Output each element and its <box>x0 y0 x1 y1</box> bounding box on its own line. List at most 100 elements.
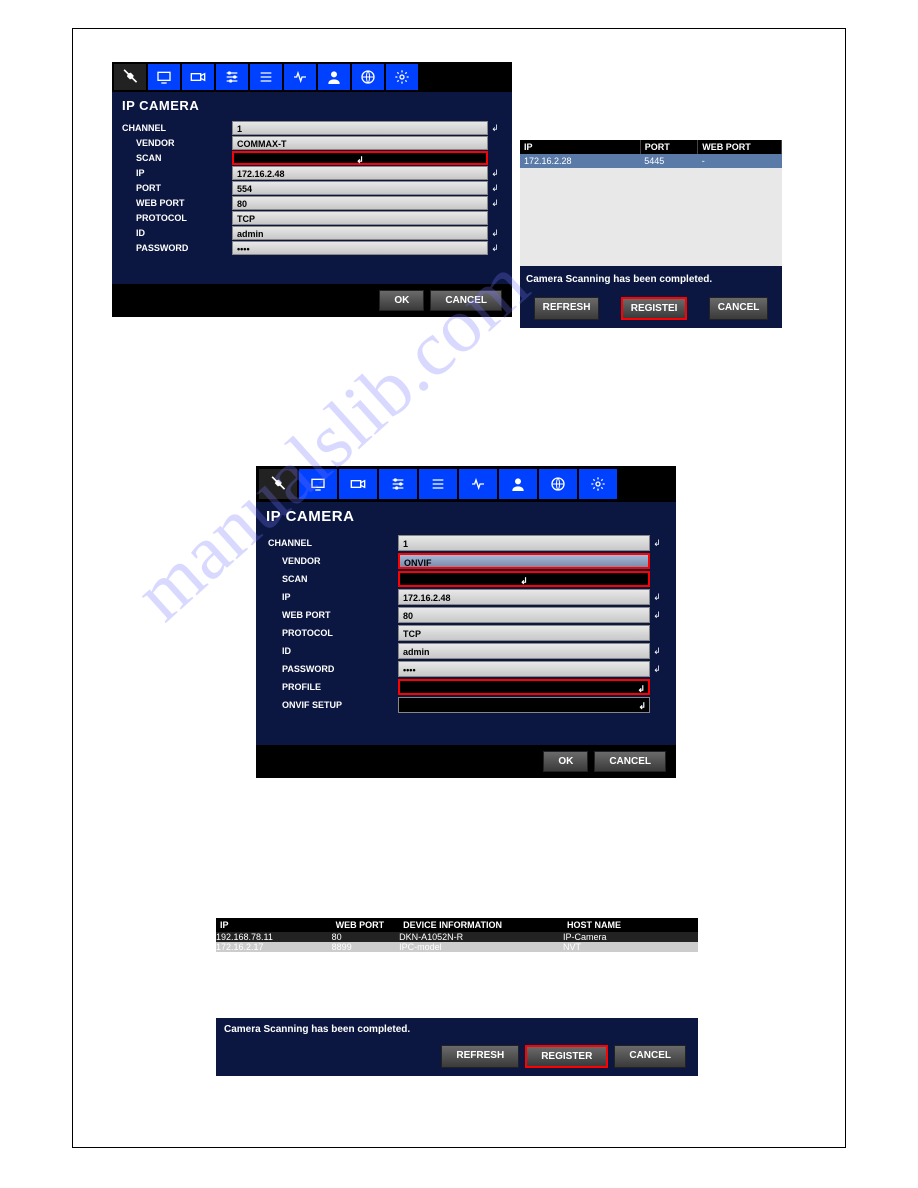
user-icon[interactable] <box>499 469 537 499</box>
top-toolbar <box>112 62 512 92</box>
channel-label: CHANNEL <box>268 538 398 548</box>
password-label: PASSWORD <box>268 664 398 674</box>
network-icon[interactable] <box>539 469 577 499</box>
id-label: ID <box>268 646 398 656</box>
cell-ip: 172.16.2.17 <box>216 942 332 952</box>
channel-field[interactable]: 1 <box>398 535 650 551</box>
scan-result-window-3: IP WEB PORT DEVICE INFORMATION HOST NAME… <box>216 918 698 1076</box>
activity-icon[interactable] <box>284 64 316 90</box>
profile-field[interactable]: ↲ <box>398 679 650 695</box>
cell-ip: 172.16.2.28 <box>520 154 640 168</box>
cancel-button[interactable]: CANCEL <box>594 751 666 772</box>
sliders-icon[interactable] <box>216 64 248 90</box>
sliders-icon[interactable] <box>379 469 417 499</box>
protocol-field[interactable]: TCP <box>398 625 650 641</box>
list-icon[interactable] <box>250 64 282 90</box>
webport-field[interactable]: 80 <box>398 607 650 623</box>
vendor-label: VENDOR <box>122 138 232 148</box>
password-label: PASSWORD <box>122 243 232 253</box>
cell-webport: 80 <box>332 932 399 942</box>
scan-field[interactable]: ↲ <box>398 571 650 587</box>
scan-label: SCAN <box>122 153 232 163</box>
vendor-label: VENDOR <box>268 556 398 566</box>
ok-button[interactable]: OK <box>543 751 588 772</box>
webport-field[interactable]: 80 <box>232 196 488 210</box>
ip-label: IP <box>122 168 232 178</box>
scan-empty-area <box>520 168 782 266</box>
cell-webport: - <box>698 154 782 168</box>
scan-status: Camera Scanning has been completed. <box>216 1018 698 1041</box>
col-webport: WEB PORT <box>698 140 782 154</box>
password-field[interactable]: •••• <box>398 661 650 677</box>
bottom-bar: OK CANCEL <box>112 284 512 317</box>
id-label: ID <box>122 228 232 238</box>
window-title: IP CAMERA <box>256 502 676 529</box>
scan-empty-area <box>216 952 698 1018</box>
bottom-bar: OK CANCEL <box>256 745 676 778</box>
scan-table: IP PORT WEB PORT 172.16.2.28 5445 - <box>520 140 782 168</box>
id-field[interactable]: admin <box>398 643 650 659</box>
camera-icon[interactable] <box>339 469 377 499</box>
camera-icon[interactable] <box>182 64 214 90</box>
tools-icon[interactable] <box>259 469 297 499</box>
webport-label: WEB PORT <box>122 198 232 208</box>
monitor-icon[interactable] <box>299 469 337 499</box>
password-field[interactable]: •••• <box>232 241 488 255</box>
ipcamera-window-2: IP CAMERA CHANNEL1↲ VENDORONVIF SCAN↲ IP… <box>256 466 676 778</box>
scan-row[interactable]: 172.16.2.28 5445 - <box>520 154 782 168</box>
refresh-button[interactable]: REFRESH <box>441 1045 519 1068</box>
table-row[interactable]: 172.16.2.17 8899 IPC-model NVT <box>216 942 698 952</box>
window-title: IP CAMERA <box>112 92 512 117</box>
ip-field[interactable]: 172.16.2.48 <box>232 166 488 180</box>
monitor-icon[interactable] <box>148 64 180 90</box>
scan-label: SCAN <box>268 574 398 584</box>
col-port: PORT <box>640 140 698 154</box>
cell-webport: 8899 <box>332 942 399 952</box>
col-ip: IP <box>216 918 332 932</box>
id-field[interactable]: admin <box>232 226 488 240</box>
activity-icon[interactable] <box>459 469 497 499</box>
form-area: CHANNEL1↲ VENDORONVIF SCAN↲ IP172.16.2.4… <box>256 529 676 727</box>
onvif-label: ONVIF SETUP <box>268 700 398 710</box>
cell-device: IPC-model <box>399 942 563 952</box>
onvif-field[interactable]: ↲ <box>398 697 650 713</box>
register-button[interactable]: REGISTER <box>525 1045 608 1068</box>
scan3-table: IP WEB PORT DEVICE INFORMATION HOST NAME… <box>216 918 698 952</box>
vendor-field[interactable]: ONVIF <box>398 553 650 569</box>
port-field[interactable]: 554 <box>232 181 488 195</box>
register-button[interactable]: REGISTEI <box>621 297 688 320</box>
scan-status: Camera Scanning has been completed. <box>520 266 782 293</box>
cell-device: DKN-A1052N-R <box>399 932 563 942</box>
channel-label: CHANNEL <box>122 123 232 133</box>
gear-icon[interactable] <box>579 469 617 499</box>
network-icon[interactable] <box>352 64 384 90</box>
port-label: PORT <box>122 183 232 193</box>
col-webport: WEB PORT <box>332 918 399 932</box>
protocol-field[interactable]: TCP <box>232 211 488 225</box>
col-host: HOST NAME <box>563 918 698 932</box>
profile-label: PROFILE <box>268 682 398 692</box>
protocol-label: PROTOCOL <box>122 213 232 223</box>
webport-label: WEB PORT <box>268 610 398 620</box>
ipcamera-window-1: IP CAMERA CHANNEL1↲ VENDORCOMMAX-T SCAN↲… <box>112 62 512 317</box>
ip-field[interactable]: 172.16.2.48 <box>398 589 650 605</box>
form-area: CHANNEL1↲ VENDORCOMMAX-T SCAN↲ IP172.16.… <box>112 117 512 266</box>
cancel-button[interactable]: CANCEL <box>709 297 769 320</box>
cancel-button[interactable]: CANCEL <box>614 1045 686 1068</box>
cancel-button[interactable]: CANCEL <box>430 290 502 311</box>
refresh-button[interactable]: REFRESH <box>534 297 600 320</box>
scan-field[interactable]: ↲ <box>232 151 488 165</box>
gear-icon[interactable] <box>386 64 418 90</box>
tools-icon[interactable] <box>114 64 146 90</box>
cell-host: NVT <box>563 942 698 952</box>
top-toolbar <box>256 466 676 502</box>
ok-button[interactable]: OK <box>379 290 424 311</box>
list-icon[interactable] <box>419 469 457 499</box>
col-device: DEVICE INFORMATION <box>399 918 563 932</box>
protocol-label: PROTOCOL <box>268 628 398 638</box>
user-icon[interactable] <box>318 64 350 90</box>
vendor-field[interactable]: COMMAX-T <box>232 136 488 150</box>
table-row[interactable]: 192.168.78.11 80 DKN-A1052N-R IP-Camera <box>216 932 698 942</box>
col-ip: IP <box>520 140 640 154</box>
channel-field[interactable]: 1 <box>232 121 488 135</box>
